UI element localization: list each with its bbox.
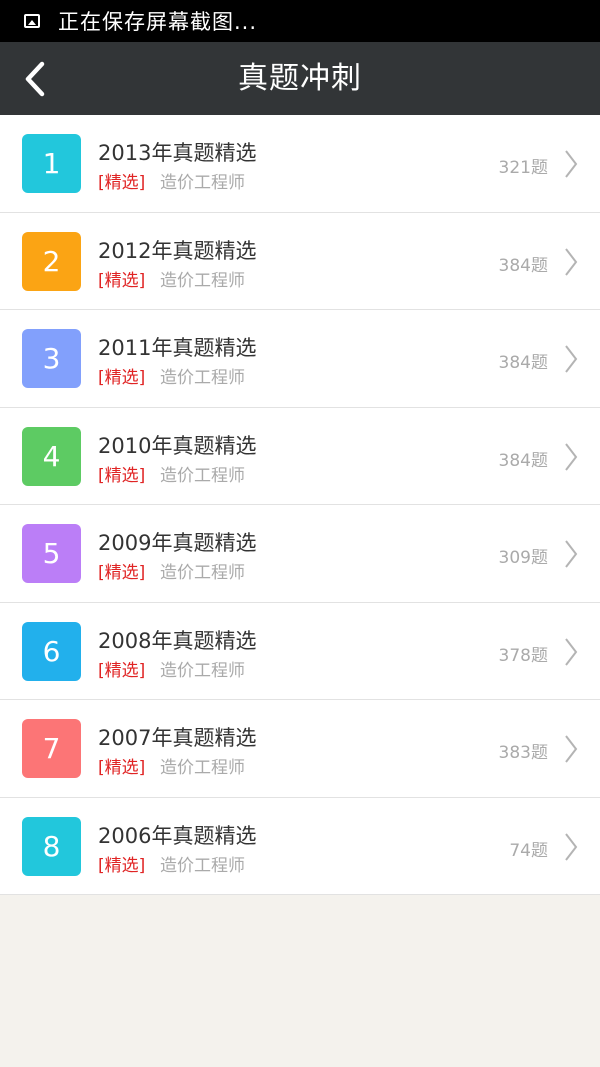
- page-title: 真题冲刺: [238, 61, 362, 96]
- chevron-right-icon: [565, 442, 578, 471]
- chevron-right-icon: [565, 735, 578, 763]
- question-count: 384题: [498, 353, 548, 373]
- item-title: 2007年真题精选: [98, 726, 257, 750]
- item-category: 造价工程师: [160, 368, 245, 388]
- list-item[interactable]: 8 2006年真题精选 [精选] 造价工程师 74题: [0, 797, 600, 895]
- list-item[interactable]: 5 2009年真题精选 [精选] 造价工程师 309题: [0, 505, 600, 603]
- item-category: 造价工程师: [160, 173, 245, 193]
- list-item[interactable]: 1 2013年真题精选 [精选] 造价工程师 321题: [0, 115, 600, 213]
- question-count: 378题: [498, 645, 548, 666]
- item-title: 2006年真题精选: [98, 823, 257, 848]
- item-category: 造价工程师: [160, 563, 245, 583]
- featured-tag: [精选]: [98, 368, 146, 388]
- list-item[interactable]: 4 2010年真题精选 [精选] 造价工程师 384题: [0, 407, 600, 505]
- item-title: 2012年真题精选: [98, 238, 257, 263]
- featured-tag: [精选]: [98, 855, 146, 876]
- back-button[interactable]: [10, 42, 60, 115]
- number-badge: 4: [22, 426, 81, 486]
- item-title: 2010年真题精选: [98, 433, 257, 458]
- number-badge: 7: [22, 719, 81, 778]
- item-title: 2008年真题精选: [98, 628, 257, 653]
- item-title: 2009年真题精选: [98, 531, 257, 555]
- number-badge: 6: [22, 621, 81, 681]
- title-bar: 真题冲刺: [0, 42, 600, 115]
- featured-tag: [精选]: [98, 270, 146, 291]
- question-count: 74题: [509, 840, 548, 861]
- list-item[interactable]: 7 2007年真题精选 [精选] 造价工程师 383题: [0, 700, 600, 798]
- chevron-right-icon: [565, 150, 578, 178]
- exam-list: 1 2013年真题精选 [精选] 造价工程师 321题 2 2012年真题精选 …: [0, 115, 600, 895]
- question-count: 384题: [498, 450, 548, 471]
- chevron-right-icon: [565, 832, 578, 861]
- featured-tag: [精选]: [98, 758, 146, 778]
- image-icon: [24, 14, 40, 28]
- question-count: 309题: [498, 548, 548, 568]
- chevron-right-icon: [565, 637, 578, 666]
- number-badge: 5: [22, 524, 81, 583]
- list-item[interactable]: 3 2011年真题精选 [精选] 造价工程师 384题: [0, 310, 600, 408]
- chevron-right-icon: [565, 540, 578, 568]
- number-badge: 2: [22, 231, 81, 291]
- chevron-left-icon: [25, 61, 45, 96]
- featured-tag: [精选]: [98, 660, 146, 681]
- question-count: 384题: [498, 255, 548, 276]
- question-count: 383题: [498, 743, 548, 763]
- chevron-right-icon: [565, 345, 578, 373]
- featured-tag: [精选]: [98, 465, 146, 486]
- question-count: 321题: [498, 158, 548, 178]
- item-category: 造价工程师: [160, 758, 245, 778]
- number-badge: 3: [22, 329, 81, 388]
- featured-tag: [精选]: [98, 173, 146, 193]
- list-item[interactable]: 6 2008年真题精选 [精选] 造价工程师 378题: [0, 602, 600, 700]
- item-category: 造价工程师: [160, 855, 245, 876]
- number-badge: 1: [22, 134, 81, 193]
- featured-tag: [精选]: [98, 563, 146, 583]
- item-title: 2013年真题精选: [98, 141, 257, 165]
- item-category: 造价工程师: [160, 270, 245, 291]
- item-category: 造价工程师: [160, 660, 245, 681]
- item-category: 造价工程师: [160, 465, 245, 486]
- status-bar: 正在保存屏幕截图...: [0, 0, 600, 42]
- status-text: 正在保存屏幕截图...: [58, 10, 258, 34]
- chevron-right-icon: [565, 247, 578, 276]
- number-badge: 8: [22, 816, 81, 876]
- list-item[interactable]: 2 2012年真题精选 [精选] 造价工程师 384题: [0, 212, 600, 310]
- item-title: 2011年真题精选: [98, 336, 257, 360]
